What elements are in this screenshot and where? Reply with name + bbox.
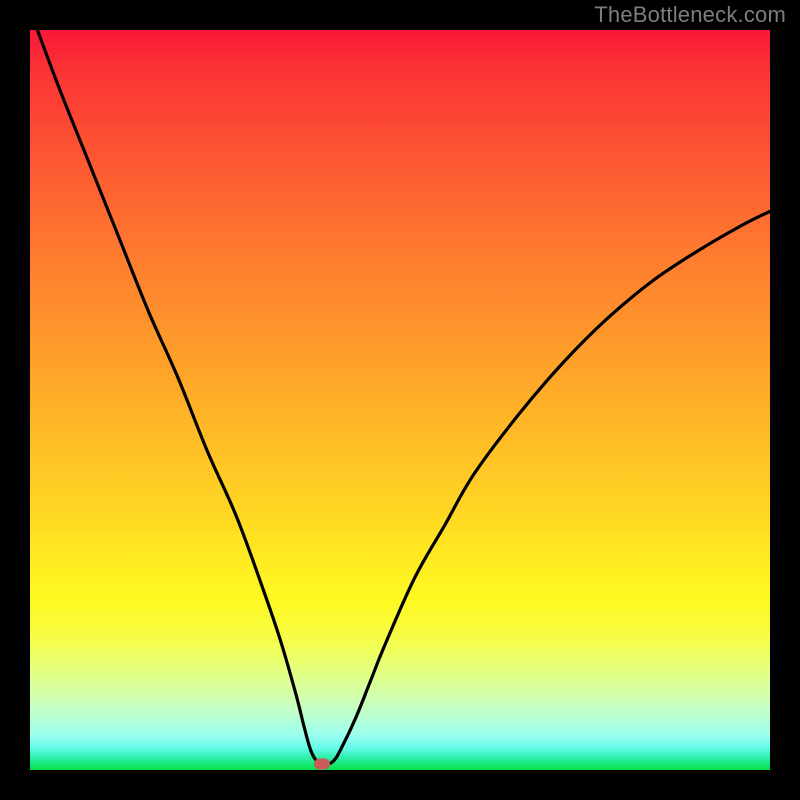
optimum-marker (314, 759, 330, 770)
watermark-text: TheBottleneck.com (594, 2, 786, 28)
chart-frame: TheBottleneck.com (0, 0, 800, 800)
bottleneck-curve (30, 30, 770, 770)
plot-area (30, 30, 770, 770)
